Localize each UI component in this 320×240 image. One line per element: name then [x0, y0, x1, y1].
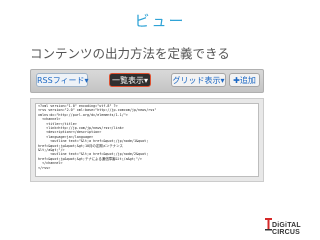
slide-title: ビュー	[134, 12, 186, 30]
rss-code-block: <?xml version="1.0" encoding="utf-8" ?> …	[35, 103, 259, 177]
add-button[interactable]: ✚追加	[229, 73, 260, 87]
grid-view-button[interactable]: グリッド表示▾	[171, 73, 226, 87]
slide-subtitle: コンテンツの出力方法を定義できる	[30, 46, 230, 61]
digital-circus-logo: DiGiTAL CIRCUS	[264, 214, 320, 236]
logo-text: DiGiTAL CIRCUS	[272, 222, 301, 236]
rss-output-panel: <?xml version="1.0" encoding="utf-8" ?> …	[30, 98, 264, 182]
rss-feed-button[interactable]: RSSフィード▾	[36, 73, 89, 87]
list-view-button[interactable]: 一覧表示▾	[109, 73, 151, 87]
code-line: </rss>	[38, 165, 51, 170]
view-toolbar: RSSフィード▾ 一覧表示▾ グリッド表示▾ ✚追加	[30, 69, 264, 93]
